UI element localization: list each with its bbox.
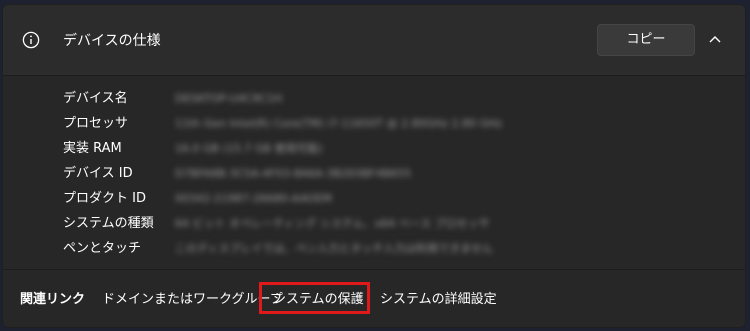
spec-label: デバイス名 [63, 91, 128, 106]
spec-label: ペンとタッチ [63, 241, 142, 256]
link-advanced-system-settings[interactable]: システムの詳細設定 [380, 290, 497, 310]
spec-value: このディスプレイでは、ペン入力とタッチ入力は利用できません [175, 242, 493, 255]
spec-value: 00342-21987-26680-AAOEM [175, 192, 332, 205]
spec-value: 16.0 GB (15.7 GB 使用可能) [175, 142, 323, 155]
spec-label: プロダクト ID [63, 191, 146, 206]
spec-value: 11th Gen Intel(R) Core(TM) i7-11650T @ 2… [175, 117, 503, 130]
related-links-bar: 関連リンク ドメインまたはワークグループ システムの保護 システムの詳細設定 [3, 270, 745, 327]
spec-label: 実装 RAM [63, 141, 122, 156]
related-links-label: 関連リンク [20, 292, 86, 307]
link-domain-workgroup[interactable]: ドメインまたはワークグループ [102, 290, 283, 310]
specs-list: デバイス名 DESKTOP-U4C9C1H プロセッサ 11th Gen Int… [3, 76, 745, 264]
copy-button[interactable]: コピー [597, 24, 695, 56]
spec-label: システムの種類 [63, 216, 154, 231]
highlight-box [259, 282, 370, 314]
info-icon [22, 31, 40, 49]
chevron-up-icon[interactable] [708, 34, 722, 44]
spec-label: デバイス ID [63, 166, 133, 181]
spec-label: プロセッサ [63, 116, 129, 131]
spec-value: DESKTOP-U4C9C1H [175, 92, 283, 105]
spec-value: D7BFA8B-3C5A-4F03-8A6A-3B2E0BF4B655 [175, 167, 412, 180]
device-specs-header[interactable]: デバイスの仕様 コピー [3, 5, 745, 76]
device-specs-panel: デバイスの仕様 コピー デバイス名 DESKTOP-U4C9C1H プロセッサ … [2, 4, 746, 328]
spec-value: 64 ビット オペレーティング システム、x64 ベース プロセッサ [175, 217, 490, 230]
device-specs-title: デバイスの仕様 [63, 33, 161, 49]
